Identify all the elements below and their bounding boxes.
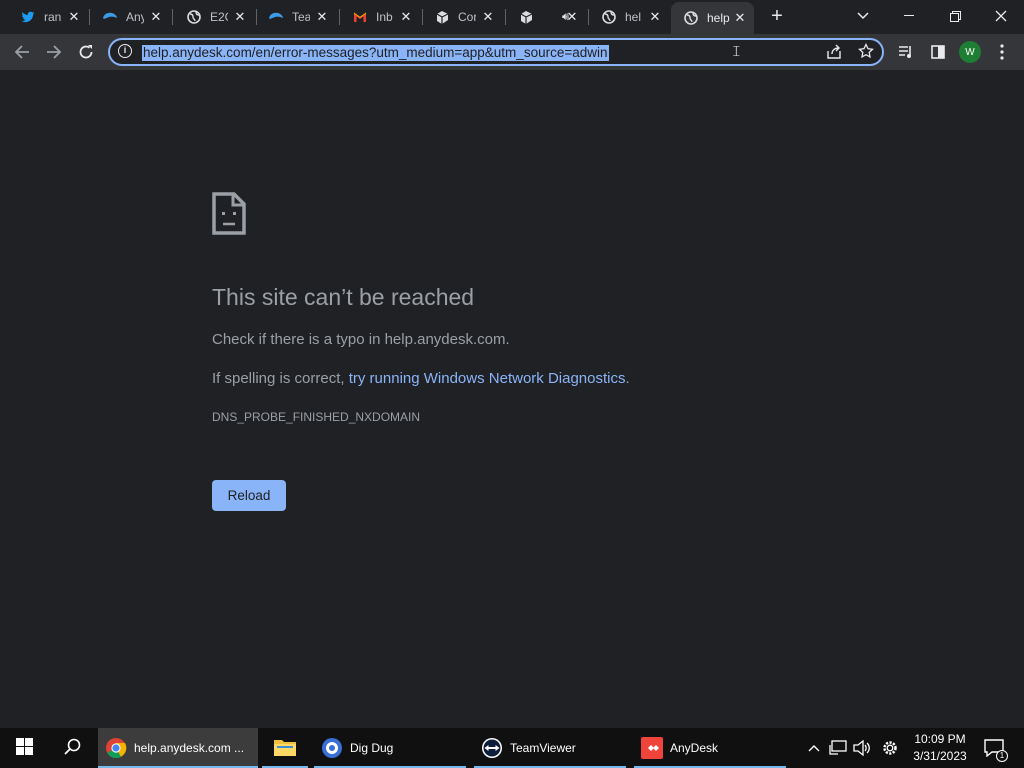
globe-icon <box>186 9 202 25</box>
tab-search-button[interactable] <box>840 0 886 32</box>
close-tab-icon[interactable]: ✕ <box>398 9 414 25</box>
site-info-icon[interactable]: i <box>118 44 132 58</box>
minimize-button[interactable] <box>886 0 932 32</box>
diagnostics-hint: If spelling is correct, try running Wind… <box>212 370 630 387</box>
notification-badge: 1 <box>996 750 1008 762</box>
taskbar-label: Dig Dug <box>350 741 394 755</box>
page-title: This site can’t be reached <box>212 284 475 310</box>
edge-icon <box>268 9 284 25</box>
anydesk-icon <box>640 736 664 760</box>
typo-hint: Check if there is a typo in help.anydesk… <box>212 331 510 348</box>
side-panel-icon[interactable] <box>924 38 952 66</box>
tab-anydesk[interactable]: Any ✕ <box>90 4 170 30</box>
error-code: DNS_PROBE_FINISHED_NXDOMAIN <box>212 410 421 424</box>
taskbar-item-teamviewer[interactable]: TeamViewer <box>474 728 626 768</box>
tab-cor[interactable]: Cor ✕ <box>422 4 502 30</box>
reload-button[interactable]: Reload <box>212 480 286 511</box>
media-control-icon[interactable] <box>892 38 920 66</box>
system-clock[interactable]: 10:09 PM 3/31/2023 <box>906 731 974 765</box>
url-text[interactable]: help.anydesk.com/en/error-messages?utm_m… <box>142 45 609 61</box>
close-tab-icon[interactable]: ✕ <box>148 9 164 25</box>
close-tab-icon[interactable]: ✕ <box>66 9 82 25</box>
dig-dug-icon <box>320 736 344 760</box>
twitter-icon <box>20 9 36 25</box>
address-bar[interactable]: i help.anydesk.com/en/error-messages?utm… <box>108 38 884 66</box>
tab-help-1[interactable]: hel ✕ <box>589 4 669 30</box>
settings-gear-icon[interactable] <box>880 738 900 758</box>
taskbar-label: help.anydesk.com ... <box>134 741 245 755</box>
restore-button[interactable] <box>932 0 978 32</box>
show-hidden-icons-chevron-icon[interactable] <box>804 738 824 758</box>
globe-icon <box>683 10 699 26</box>
notification-center-button[interactable]: 1 <box>982 736 1008 762</box>
tab-title: Any <box>126 10 144 24</box>
taskbar-item-chrome[interactable]: help.anydesk.com ... <box>98 728 258 768</box>
tab-twitter[interactable]: ran ✕ <box>8 4 88 30</box>
taskbar-item-explorer[interactable] <box>262 728 308 768</box>
close-tab-icon[interactable]: ✕ <box>647 9 663 25</box>
clock-time: 10:09 PM <box>914 732 966 746</box>
clock-date: 3/31/2023 <box>913 749 967 763</box>
bookmark-star-icon[interactable] <box>858 42 874 64</box>
new-tab-button[interactable]: + <box>766 6 788 28</box>
browser-window: ran ✕ Any ✕ E2G ✕ Tea ✕ Inb ✕ <box>0 0 1024 728</box>
taskbar-label: AnyDesk <box>670 741 719 755</box>
start-button[interactable] <box>0 728 48 768</box>
close-tab-icon[interactable]: ✕ <box>314 9 330 25</box>
taskbar-item-anydesk[interactable]: AnyDesk <box>634 728 786 768</box>
error-page: This site can’t be reached Check if ther… <box>0 70 1024 728</box>
app-icon <box>518 9 534 25</box>
browser-toolbar: i help.anydesk.com/en/error-messages?utm… <box>0 34 1024 70</box>
tab-title: Inb <box>376 10 393 24</box>
tab-title: Cor <box>458 10 476 24</box>
profile-avatar[interactable]: W <box>956 38 984 66</box>
text-cursor-icon: 𝙸 <box>731 43 742 60</box>
tab-e2g[interactable]: E2G ✕ <box>174 4 254 30</box>
diagnostics-suffix: . <box>625 370 630 387</box>
diagnostics-link[interactable]: try running Windows Network Diagnostics <box>349 370 626 387</box>
diagnostics-prefix: If spelling is correct, <box>212 370 349 387</box>
file-explorer-icon <box>273 737 297 760</box>
tab-title: ran <box>44 10 62 24</box>
taskbar-label: TeamViewer <box>510 741 576 755</box>
volume-icon[interactable] <box>852 738 872 758</box>
chrome-icon <box>104 736 128 760</box>
tab-separator <box>172 9 173 25</box>
close-tab-icon[interactable]: ✕ <box>732 10 748 26</box>
back-button[interactable] <box>8 38 36 66</box>
taskbar-item-digdug[interactable]: Dig Dug <box>314 728 466 768</box>
tab-strip: ran ✕ Any ✕ E2G ✕ Tea ✕ Inb ✕ <box>0 0 1024 34</box>
tab-teamviewer[interactable]: Tea ✕ <box>256 4 336 30</box>
app-icon <box>434 9 450 25</box>
sad-page-icon <box>212 192 246 240</box>
gmail-icon <box>352 9 368 25</box>
tab-title: E2G <box>210 10 228 24</box>
menu-kebab-icon[interactable] <box>988 38 1016 66</box>
tab-help-active[interactable]: help ✕ <box>671 2 754 34</box>
search-icon <box>63 738 81 758</box>
globe-icon <box>601 9 617 25</box>
close-tab-icon[interactable]: ✕ <box>232 9 248 25</box>
network-icon[interactable] <box>828 738 848 758</box>
close-tab-icon[interactable]: ✕ <box>564 9 580 25</box>
close-tab-icon[interactable]: ✕ <box>480 9 496 25</box>
share-icon[interactable] <box>826 44 842 65</box>
tab-title: help <box>707 11 730 25</box>
avatar: W <box>959 41 981 63</box>
tab-audio[interactable]: 🔊︎ ✕ <box>506 4 586 30</box>
edge-icon <box>102 9 118 25</box>
reload-icon[interactable] <box>72 38 100 66</box>
teamviewer-icon <box>480 736 504 760</box>
taskbar: help.anydesk.com ... Dig Dug TeamViewer … <box>0 728 1024 768</box>
tab-title: hel <box>625 10 642 24</box>
forward-button[interactable] <box>40 38 68 66</box>
tab-gmail[interactable]: Inb ✕ <box>340 4 420 30</box>
search-button[interactable] <box>48 728 96 768</box>
windows-logo-icon <box>15 738 33 758</box>
tab-title: Tea <box>292 10 310 24</box>
close-window-button[interactable] <box>978 0 1024 32</box>
